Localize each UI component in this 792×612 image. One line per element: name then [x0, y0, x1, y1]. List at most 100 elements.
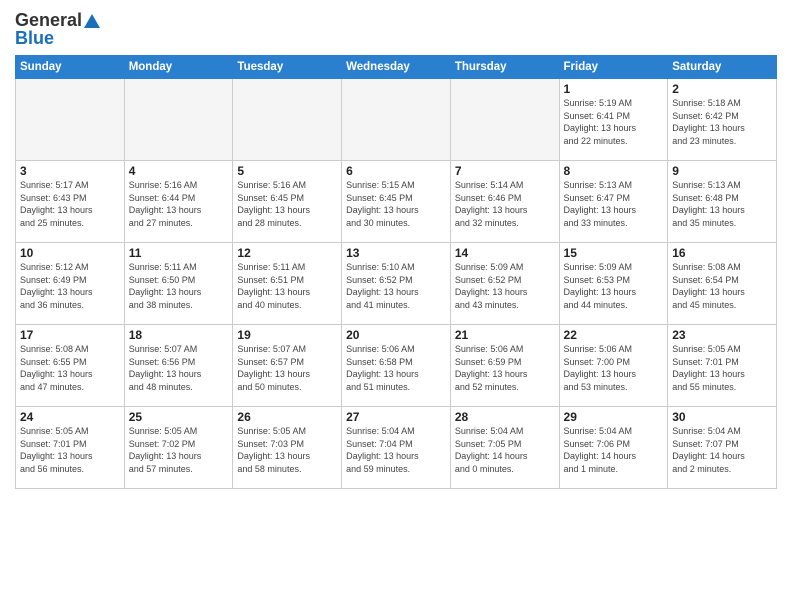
day-info: Sunrise: 5:14 AM Sunset: 6:46 PM Dayligh… — [455, 179, 555, 229]
day-number: 26 — [237, 410, 337, 424]
calendar-page: General Blue SundayMondayTuesdayWednesda… — [0, 0, 792, 612]
day-cell — [342, 79, 451, 161]
day-cell: 15Sunrise: 5:09 AM Sunset: 6:53 PM Dayli… — [559, 243, 668, 325]
day-cell: 17Sunrise: 5:08 AM Sunset: 6:55 PM Dayli… — [16, 325, 125, 407]
day-cell: 29Sunrise: 5:04 AM Sunset: 7:06 PM Dayli… — [559, 407, 668, 489]
day-cell: 27Sunrise: 5:04 AM Sunset: 7:04 PM Dayli… — [342, 407, 451, 489]
day-number: 28 — [455, 410, 555, 424]
header-row: SundayMondayTuesdayWednesdayThursdayFrid… — [16, 56, 777, 79]
day-info: Sunrise: 5:04 AM Sunset: 7:07 PM Dayligh… — [672, 425, 772, 475]
day-cell: 19Sunrise: 5:07 AM Sunset: 6:57 PM Dayli… — [233, 325, 342, 407]
day-info: Sunrise: 5:18 AM Sunset: 6:42 PM Dayligh… — [672, 97, 772, 147]
day-number: 1 — [564, 82, 664, 96]
day-info: Sunrise: 5:05 AM Sunset: 7:01 PM Dayligh… — [672, 343, 772, 393]
day-cell: 6Sunrise: 5:15 AM Sunset: 6:45 PM Daylig… — [342, 161, 451, 243]
day-cell: 14Sunrise: 5:09 AM Sunset: 6:52 PM Dayli… — [450, 243, 559, 325]
day-cell: 4Sunrise: 5:16 AM Sunset: 6:44 PM Daylig… — [124, 161, 233, 243]
day-number: 7 — [455, 164, 555, 178]
day-cell: 25Sunrise: 5:05 AM Sunset: 7:02 PM Dayli… — [124, 407, 233, 489]
day-number: 14 — [455, 246, 555, 260]
logo-blue-text: Blue — [15, 28, 54, 49]
week-row-4: 17Sunrise: 5:08 AM Sunset: 6:55 PM Dayli… — [16, 325, 777, 407]
day-number: 21 — [455, 328, 555, 342]
day-cell — [16, 79, 125, 161]
day-cell: 11Sunrise: 5:11 AM Sunset: 6:50 PM Dayli… — [124, 243, 233, 325]
header-cell-wednesday: Wednesday — [342, 56, 451, 79]
day-cell — [233, 79, 342, 161]
day-info: Sunrise: 5:12 AM Sunset: 6:49 PM Dayligh… — [20, 261, 120, 311]
day-info: Sunrise: 5:06 AM Sunset: 6:58 PM Dayligh… — [346, 343, 446, 393]
day-info: Sunrise: 5:06 AM Sunset: 6:59 PM Dayligh… — [455, 343, 555, 393]
day-number: 6 — [346, 164, 446, 178]
day-number: 10 — [20, 246, 120, 260]
week-row-3: 10Sunrise: 5:12 AM Sunset: 6:49 PM Dayli… — [16, 243, 777, 325]
day-number: 8 — [564, 164, 664, 178]
day-number: 12 — [237, 246, 337, 260]
day-cell: 28Sunrise: 5:04 AM Sunset: 7:05 PM Dayli… — [450, 407, 559, 489]
calendar-table: SundayMondayTuesdayWednesdayThursdayFrid… — [15, 55, 777, 489]
day-number: 3 — [20, 164, 120, 178]
day-info: Sunrise: 5:16 AM Sunset: 6:45 PM Dayligh… — [237, 179, 337, 229]
day-info: Sunrise: 5:04 AM Sunset: 7:06 PM Dayligh… — [564, 425, 664, 475]
day-cell — [124, 79, 233, 161]
week-row-2: 3Sunrise: 5:17 AM Sunset: 6:43 PM Daylig… — [16, 161, 777, 243]
day-number: 11 — [129, 246, 229, 260]
day-cell: 10Sunrise: 5:12 AM Sunset: 6:49 PM Dayli… — [16, 243, 125, 325]
header: General Blue — [15, 10, 777, 49]
day-number: 23 — [672, 328, 772, 342]
week-row-1: 1Sunrise: 5:19 AM Sunset: 6:41 PM Daylig… — [16, 79, 777, 161]
day-info: Sunrise: 5:19 AM Sunset: 6:41 PM Dayligh… — [564, 97, 664, 147]
day-info: Sunrise: 5:06 AM Sunset: 7:00 PM Dayligh… — [564, 343, 664, 393]
day-number: 30 — [672, 410, 772, 424]
day-number: 13 — [346, 246, 446, 260]
day-info: Sunrise: 5:13 AM Sunset: 6:47 PM Dayligh… — [564, 179, 664, 229]
day-cell: 3Sunrise: 5:17 AM Sunset: 6:43 PM Daylig… — [16, 161, 125, 243]
day-info: Sunrise: 5:08 AM Sunset: 6:54 PM Dayligh… — [672, 261, 772, 311]
header-cell-tuesday: Tuesday — [233, 56, 342, 79]
day-cell: 5Sunrise: 5:16 AM Sunset: 6:45 PM Daylig… — [233, 161, 342, 243]
day-info: Sunrise: 5:16 AM Sunset: 6:44 PM Dayligh… — [129, 179, 229, 229]
day-cell: 23Sunrise: 5:05 AM Sunset: 7:01 PM Dayli… — [668, 325, 777, 407]
header-cell-saturday: Saturday — [668, 56, 777, 79]
day-info: Sunrise: 5:04 AM Sunset: 7:04 PM Dayligh… — [346, 425, 446, 475]
day-number: 17 — [20, 328, 120, 342]
day-number: 4 — [129, 164, 229, 178]
day-cell: 13Sunrise: 5:10 AM Sunset: 6:52 PM Dayli… — [342, 243, 451, 325]
day-number: 15 — [564, 246, 664, 260]
day-info: Sunrise: 5:07 AM Sunset: 6:56 PM Dayligh… — [129, 343, 229, 393]
day-cell: 7Sunrise: 5:14 AM Sunset: 6:46 PM Daylig… — [450, 161, 559, 243]
day-info: Sunrise: 5:10 AM Sunset: 6:52 PM Dayligh… — [346, 261, 446, 311]
day-info: Sunrise: 5:04 AM Sunset: 7:05 PM Dayligh… — [455, 425, 555, 475]
day-info: Sunrise: 5:15 AM Sunset: 6:45 PM Dayligh… — [346, 179, 446, 229]
week-row-5: 24Sunrise: 5:05 AM Sunset: 7:01 PM Dayli… — [16, 407, 777, 489]
day-number: 29 — [564, 410, 664, 424]
day-cell: 24Sunrise: 5:05 AM Sunset: 7:01 PM Dayli… — [16, 407, 125, 489]
day-info: Sunrise: 5:05 AM Sunset: 7:02 PM Dayligh… — [129, 425, 229, 475]
day-number: 9 — [672, 164, 772, 178]
day-cell: 26Sunrise: 5:05 AM Sunset: 7:03 PM Dayli… — [233, 407, 342, 489]
day-number: 2 — [672, 82, 772, 96]
day-cell: 16Sunrise: 5:08 AM Sunset: 6:54 PM Dayli… — [668, 243, 777, 325]
day-info: Sunrise: 5:08 AM Sunset: 6:55 PM Dayligh… — [20, 343, 120, 393]
day-cell: 21Sunrise: 5:06 AM Sunset: 6:59 PM Dayli… — [450, 325, 559, 407]
day-cell: 30Sunrise: 5:04 AM Sunset: 7:07 PM Dayli… — [668, 407, 777, 489]
day-number: 18 — [129, 328, 229, 342]
day-cell: 22Sunrise: 5:06 AM Sunset: 7:00 PM Dayli… — [559, 325, 668, 407]
logo-triangle-icon — [84, 14, 100, 28]
header-cell-thursday: Thursday — [450, 56, 559, 79]
day-info: Sunrise: 5:07 AM Sunset: 6:57 PM Dayligh… — [237, 343, 337, 393]
day-info: Sunrise: 5:11 AM Sunset: 6:51 PM Dayligh… — [237, 261, 337, 311]
day-info: Sunrise: 5:11 AM Sunset: 6:50 PM Dayligh… — [129, 261, 229, 311]
header-cell-sunday: Sunday — [16, 56, 125, 79]
day-info: Sunrise: 5:09 AM Sunset: 6:52 PM Dayligh… — [455, 261, 555, 311]
day-info: Sunrise: 5:17 AM Sunset: 6:43 PM Dayligh… — [20, 179, 120, 229]
day-cell: 20Sunrise: 5:06 AM Sunset: 6:58 PM Dayli… — [342, 325, 451, 407]
day-number: 27 — [346, 410, 446, 424]
day-cell: 2Sunrise: 5:18 AM Sunset: 6:42 PM Daylig… — [668, 79, 777, 161]
day-info: Sunrise: 5:13 AM Sunset: 6:48 PM Dayligh… — [672, 179, 772, 229]
day-cell: 8Sunrise: 5:13 AM Sunset: 6:47 PM Daylig… — [559, 161, 668, 243]
day-number: 22 — [564, 328, 664, 342]
day-cell: 12Sunrise: 5:11 AM Sunset: 6:51 PM Dayli… — [233, 243, 342, 325]
logo: General Blue — [15, 10, 100, 49]
day-cell: 9Sunrise: 5:13 AM Sunset: 6:48 PM Daylig… — [668, 161, 777, 243]
